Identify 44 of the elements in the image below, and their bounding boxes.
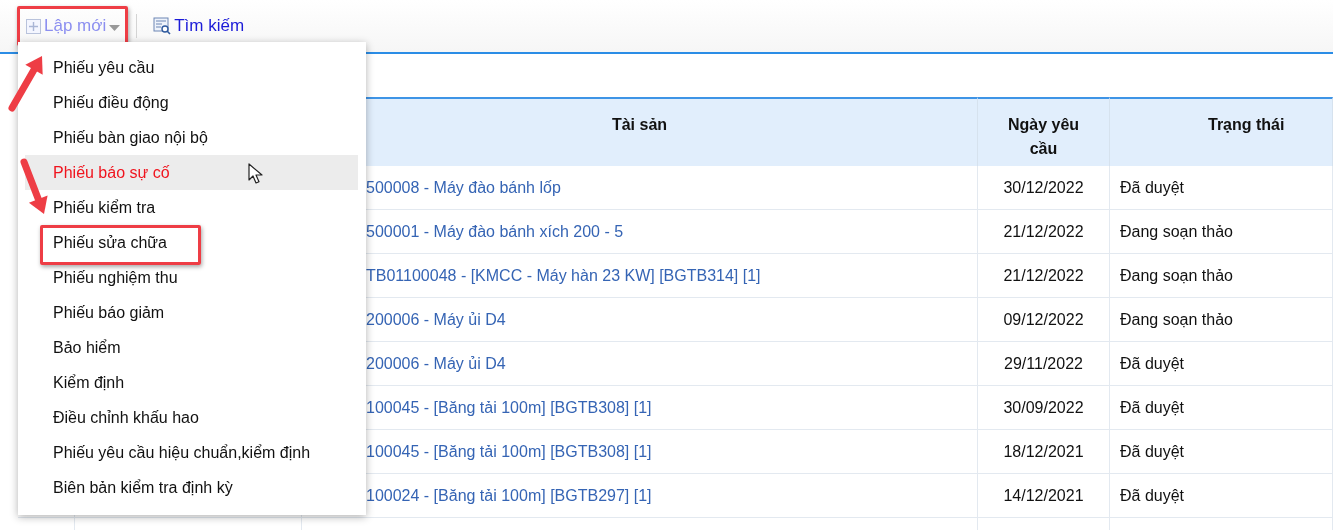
- asset-link[interactable]: 100024 - [Băng tải 100m] [BGTB297] [1]: [366, 486, 652, 505]
- menu-item[interactable]: Biên bản kiểm tra định kỳ: [25, 470, 358, 505]
- column-header: Trạng thái: [1110, 97, 1333, 166]
- search-button[interactable]: Tìm kiếm: [151, 12, 247, 40]
- menu-item[interactable]: Phiếu yêu cầu: [25, 50, 358, 85]
- asset-link[interactable]: 500008 - Máy đào bánh lốp: [366, 178, 561, 197]
- asset-link[interactable]: TB01100048 - [KMCC - Máy hàn 23 KW] [BGTB314] [1]: [366, 266, 761, 285]
- asset-link[interactable]: 200006 - Máy ủi D4: [366, 310, 506, 329]
- asset-link[interactable]: 100045 - [Băng tải 100m] [BGTB308] [1]: [366, 398, 652, 417]
- asset-link[interactable]: 200006 - Máy ủi D4: [366, 354, 506, 373]
- asset-link[interactable]: 500001 - Máy đào bánh xích 200 - 5: [366, 222, 624, 241]
- table-cell: Đã duyệt: [1120, 354, 1185, 373]
- table-cell: 29/11/2022: [1004, 354, 1083, 373]
- table-cell: Đang soạn thảo: [1120, 266, 1233, 285]
- table-cell: 21/12/2022: [1003, 222, 1084, 241]
- menu-item[interactable]: Phiếu nghiệm thu: [25, 260, 358, 295]
- menu-item[interactable]: Phiếu yêu cầu hiệu chuẩn,kiểm định: [25, 435, 358, 470]
- table-cell: Đang soạn thảo: [1120, 222, 1233, 241]
- table-cell: Đang soạn thảo: [1120, 310, 1233, 329]
- menu-item[interactable]: Phiếu kiểm tra: [25, 190, 358, 225]
- menu-item[interactable]: Phiếu báo sự cố: [25, 155, 358, 190]
- table-cell: Đã duyệt: [1120, 178, 1185, 197]
- table-cell: Đã duyệt: [1120, 442, 1185, 461]
- table-cell: Đã duyệt: [1120, 398, 1185, 417]
- menu-item[interactable]: Điều chỉnh khấu hao: [25, 400, 358, 435]
- table-cell: 21/12/2022: [1003, 266, 1084, 285]
- search-icon: [153, 17, 172, 35]
- table-cell: 18/12/2021: [1003, 442, 1084, 461]
- caret-icon: [109, 24, 121, 31]
- cursor-icon: [248, 163, 263, 184]
- column-header: Ngày yêu cầu: [1006, 115, 1081, 159]
- asset-link[interactable]: 100045 - [Băng tải 100m] [BGTB308] [1]: [366, 442, 652, 461]
- table-cell: 30/12/2022: [1003, 178, 1084, 197]
- pointer-arrow: [20, 158, 48, 214]
- menu-item[interactable]: Phiếu sửa chữa: [25, 225, 358, 260]
- table-cell: 09/12/2022: [1003, 310, 1084, 329]
- table-cell: 14/12/2021: [1003, 486, 1084, 505]
- menu-item[interactable]: Kiểm định: [25, 365, 358, 400]
- plus-icon: [26, 18, 41, 34]
- menu-item[interactable]: Phiếu báo giảm: [25, 295, 358, 330]
- table-cell: Đã duyệt: [1120, 486, 1185, 505]
- menu-item[interactable]: Bảo hiểm: [25, 330, 358, 365]
- table-cell: 30/09/2022: [1003, 398, 1084, 417]
- pointer-arrow: [8, 56, 43, 112]
